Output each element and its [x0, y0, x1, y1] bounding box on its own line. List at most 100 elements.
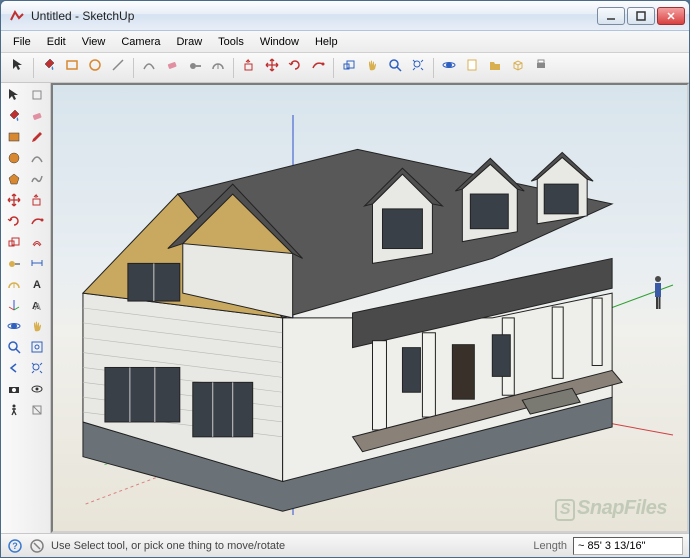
- tool-row: [3, 234, 48, 254]
- menu-help[interactable]: Help: [307, 33, 346, 51]
- component-tool[interactable]: [26, 87, 48, 107]
- follow-me-tool[interactable]: [26, 213, 48, 233]
- protractor-tool[interactable]: [207, 57, 229, 79]
- orbit-tool[interactable]: [438, 57, 460, 79]
- toolbar-left: AAA: [1, 83, 51, 533]
- rectangle-tool[interactable]: [3, 129, 25, 149]
- line-icon: [111, 58, 125, 77]
- select-tool[interactable]: [7, 57, 29, 79]
- push-pull-tool[interactable]: [238, 57, 260, 79]
- paint-bucket-tool[interactable]: [38, 57, 60, 79]
- menu-draw[interactable]: Draw: [168, 33, 210, 51]
- orbit-tool[interactable]: [3, 318, 25, 338]
- offset-tool[interactable]: [26, 234, 48, 254]
- tool-row: [3, 87, 48, 107]
- print-tool[interactable]: [530, 57, 552, 79]
- orbit-icon: [442, 58, 456, 77]
- menu-window[interactable]: Window: [252, 33, 307, 51]
- arc-tool[interactable]: [138, 57, 160, 79]
- help-icon[interactable]: ?: [7, 538, 23, 554]
- look-around-tool[interactable]: [26, 381, 48, 401]
- move-icon: [265, 58, 279, 77]
- eraser-tool[interactable]: [161, 57, 183, 79]
- titlebar: Untitled - SketchUp: [1, 1, 689, 31]
- zoom-tool[interactable]: [384, 57, 406, 79]
- rectangle-tool[interactable]: [61, 57, 83, 79]
- walk-tool[interactable]: [3, 402, 25, 422]
- protractor-icon: [211, 58, 225, 77]
- zoom-tool[interactable]: [3, 339, 25, 359]
- maximize-button[interactable]: [627, 7, 655, 25]
- freehand-tool[interactable]: [26, 171, 48, 191]
- open-file-tool[interactable]: [484, 57, 506, 79]
- pan-tool[interactable]: [26, 318, 48, 338]
- tape-tool[interactable]: [184, 57, 206, 79]
- box-icon: [30, 88, 44, 107]
- previous-tool[interactable]: [3, 360, 25, 380]
- 3dtext-tool[interactable]: AA: [26, 297, 48, 317]
- select-tool[interactable]: [3, 87, 25, 107]
- prev-icon: [7, 361, 21, 380]
- scale-tool[interactable]: [3, 234, 25, 254]
- tool-row: [3, 360, 48, 380]
- circle-tool[interactable]: [84, 57, 106, 79]
- scale-tool[interactable]: [338, 57, 360, 79]
- zoom-extents-tool[interactable]: [407, 57, 429, 79]
- cursor-icon: [11, 58, 25, 77]
- offset-icon: [30, 235, 44, 254]
- protractor-tool[interactable]: [3, 276, 25, 296]
- zoomwin-icon: [30, 340, 44, 359]
- svg-text:?: ?: [12, 541, 18, 551]
- position-camera-tool[interactable]: [3, 381, 25, 401]
- menu-camera[interactable]: Camera: [113, 33, 168, 51]
- zoom-extents-tool[interactable]: [26, 360, 48, 380]
- zoom-window-tool[interactable]: [26, 339, 48, 359]
- protractor-icon: [7, 277, 21, 296]
- menu-edit[interactable]: Edit: [39, 33, 74, 51]
- pan-tool[interactable]: [361, 57, 383, 79]
- eraser-icon: [165, 58, 179, 77]
- rotate-tool[interactable]: [284, 57, 306, 79]
- 3dtext-icon: AA: [30, 298, 44, 317]
- arc-tool[interactable]: [26, 150, 48, 170]
- menu-tools[interactable]: Tools: [210, 33, 252, 51]
- tool-row: [3, 213, 48, 233]
- rotate-tool[interactable]: [3, 213, 25, 233]
- axes-tool[interactable]: [3, 297, 25, 317]
- polygon-tool[interactable]: [3, 171, 25, 191]
- window-controls: [597, 7, 685, 25]
- axes-icon: [7, 298, 21, 317]
- text-tool[interactable]: A: [26, 276, 48, 296]
- toolbar-separator: [133, 58, 134, 78]
- component-tool[interactable]: [507, 57, 529, 79]
- follow-me-tool[interactable]: [307, 57, 329, 79]
- app-window: Untitled - SketchUp File Edit View Camer…: [0, 0, 690, 558]
- dimension-tool[interactable]: [26, 255, 48, 275]
- warning-icon[interactable]: [29, 538, 45, 554]
- viewport-3d[interactable]: SSnapFiles: [51, 83, 689, 533]
- move-tool[interactable]: [261, 57, 283, 79]
- zoom-icon: [7, 340, 21, 359]
- toolbar-separator: [333, 58, 334, 78]
- line-tool[interactable]: [107, 57, 129, 79]
- text-icon: A: [30, 277, 44, 296]
- eraser-tool[interactable]: [26, 108, 48, 128]
- close-button[interactable]: [657, 7, 685, 25]
- section-tool[interactable]: [26, 402, 48, 422]
- new-file-tool[interactable]: [461, 57, 483, 79]
- minimize-button[interactable]: [597, 7, 625, 25]
- svg-text:A: A: [34, 302, 41, 312]
- tool-row: [3, 402, 48, 422]
- menu-view[interactable]: View: [74, 33, 114, 51]
- paint-bucket-tool[interactable]: [3, 108, 25, 128]
- move-icon: [7, 193, 21, 212]
- arc-icon: [30, 151, 44, 170]
- line-tool[interactable]: [26, 129, 48, 149]
- tool-row: [3, 381, 48, 401]
- tape-tool[interactable]: [3, 255, 25, 275]
- menu-file[interactable]: File: [5, 33, 39, 51]
- move-tool[interactable]: [3, 192, 25, 212]
- push-pull-tool[interactable]: [26, 192, 48, 212]
- circle-tool[interactable]: [3, 150, 25, 170]
- length-input[interactable]: [573, 537, 683, 555]
